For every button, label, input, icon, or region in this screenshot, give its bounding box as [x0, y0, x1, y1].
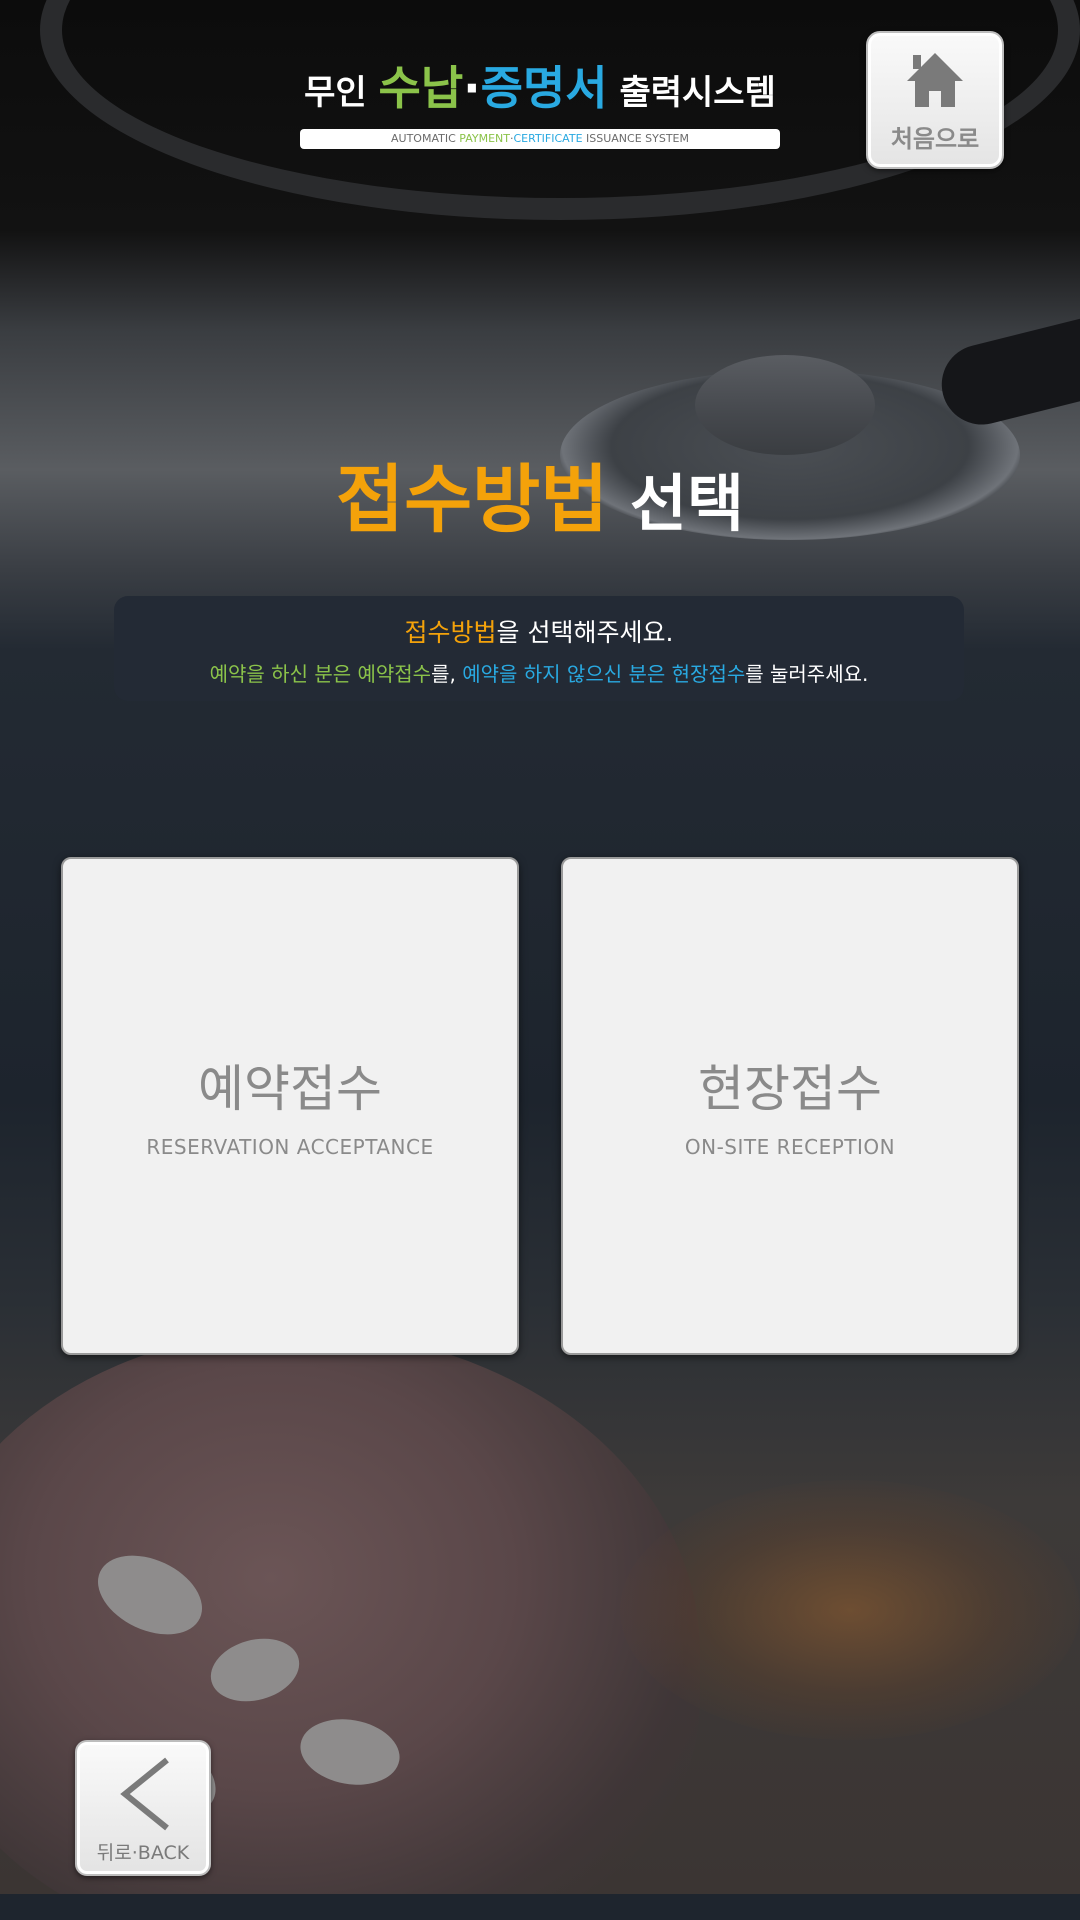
reservation-subtitle: RESERVATION ACCEPTANCE — [146, 1135, 434, 1159]
reservation-acceptance-button[interactable]: 예약접수 RESERVATION ACCEPTANCE — [61, 857, 519, 1355]
onsite-subtitle: ON-SITE RECEPTION — [684, 1135, 896, 1159]
instruction-highlight: 접수방법 — [404, 618, 497, 647]
instruction-box: 접수방법을 선택해주세요. 예약을 하신 분은 예약접수를, 예약을 하지 않으… — [114, 596, 964, 701]
instruction-line-2: 예약을 하신 분은 예약접수를, 예약을 하지 않으신 분은 현장접수를 눌러주… — [114, 658, 964, 687]
instruction-end: 를 눌러주세요. — [745, 662, 869, 686]
title-subtitle-bar: AUTOMATIC PAYMENT·CERTIFICATE ISSUANCE S… — [300, 129, 780, 149]
system-title: 무인 수납·증명서 출력시스템 AUTOMATIC PAYMENT·CERTIF… — [300, 60, 780, 149]
home-button-label: 처음으로 — [890, 125, 980, 153]
subtitle-payment: PAYMENT — [459, 132, 510, 145]
bottom-strip — [0, 1894, 1080, 1920]
subtitle-certificate: CERTIFICATE — [513, 132, 583, 145]
title-suffix: 출력시스템 — [607, 73, 776, 113]
instruction-joiner: 를, — [431, 662, 463, 686]
title-dot: · — [463, 61, 481, 115]
back-button-label: 뒤로·BACK — [96, 1842, 190, 1864]
reservation-title: 예약접수 — [198, 1060, 382, 1118]
instruction-onsite: 예약을 하지 않으신 분은 현장접수 — [462, 662, 746, 686]
stethoscope-tube — [933, 306, 1080, 434]
instruction-reservation: 예약을 하신 분은 예약접수 — [209, 662, 432, 686]
blurred-background — [620, 1480, 1080, 1740]
page-title-highlight: 접수방법 — [336, 457, 609, 543]
page-title-rest: 선택 — [608, 467, 744, 540]
instruction-text: 을 선택해주세요. — [496, 618, 674, 647]
title-payment: 수납 — [378, 61, 464, 115]
subtitle-suffix: ISSUANCE SYSTEM — [582, 132, 689, 145]
onsite-reception-button[interactable]: 현장접수 ON-SITE RECEPTION — [561, 857, 1019, 1355]
home-icon — [907, 53, 963, 107]
instruction-line-1: 접수방법을 선택해주세요. — [114, 613, 964, 649]
back-button[interactable]: 뒤로·BACK — [75, 1740, 211, 1876]
onsite-title: 현장접수 — [698, 1060, 882, 1118]
title-prefix: 무인 — [304, 73, 379, 113]
title-certificate: 증명서 — [480, 61, 608, 115]
main-title: 무인 수납·증명서 출력시스템 — [300, 60, 780, 121]
chevron-left-icon — [120, 1757, 169, 1831]
subtitle-prefix: AUTOMATIC — [391, 132, 460, 145]
home-button[interactable]: 처음으로 — [866, 31, 1004, 169]
page-title: 접수방법 선택 — [0, 440, 1080, 547]
